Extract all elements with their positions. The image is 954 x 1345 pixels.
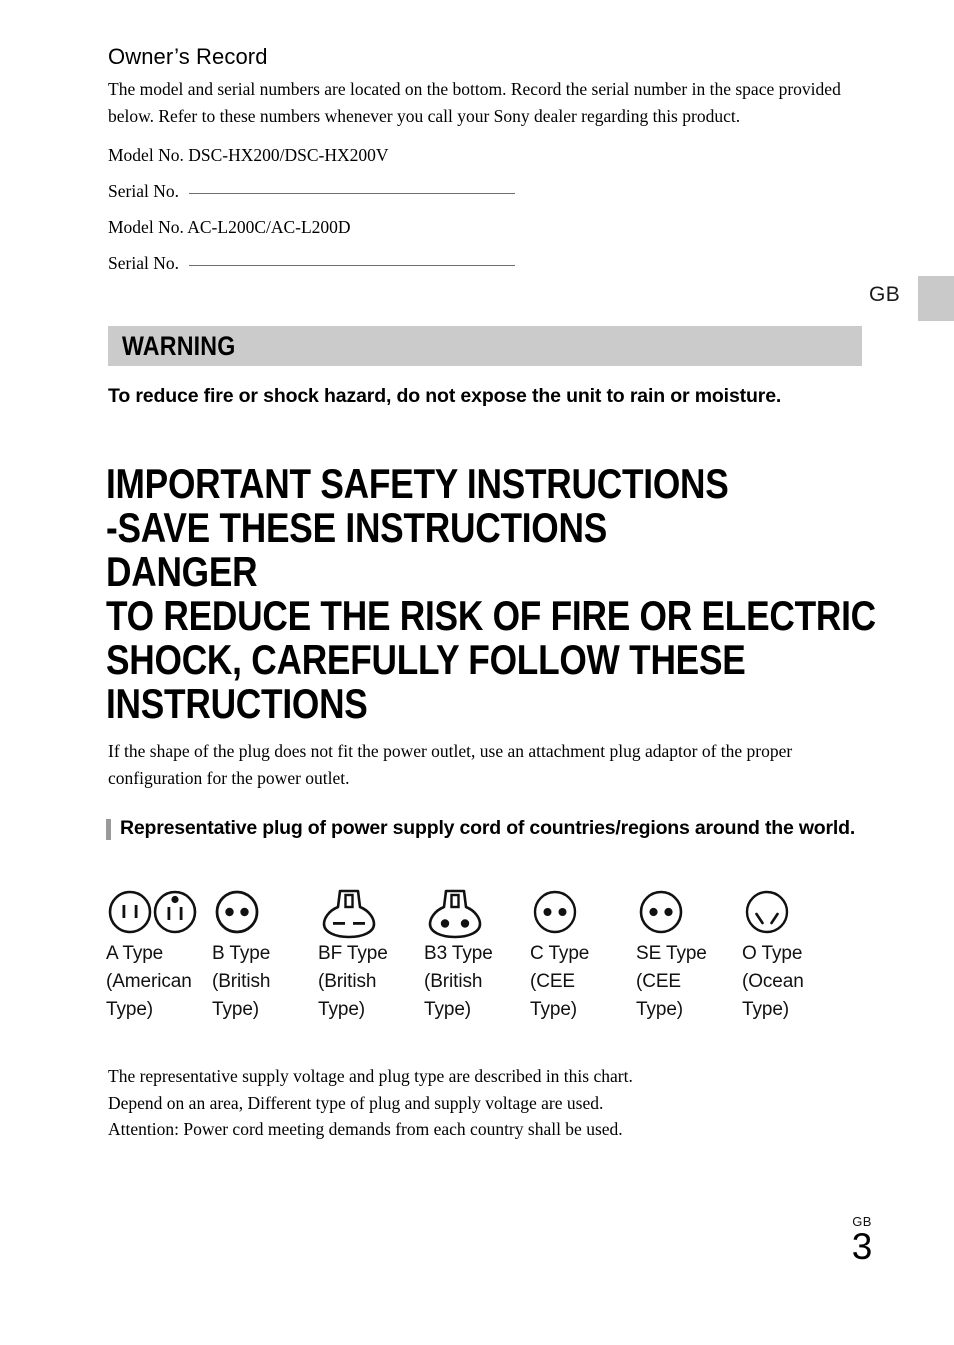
plug-type-label: SE Type (CEE Type) xyxy=(636,943,707,1020)
plug-b-type-icon xyxy=(212,884,318,940)
warning-band: WARNING xyxy=(108,326,862,366)
serial-number-line-2: Serial No. xyxy=(108,250,856,276)
owners-record-intro: The model and serial numbers are located… xyxy=(108,79,841,126)
serial-number-label-2: Serial No. xyxy=(108,253,179,274)
model-number-line-1: Model No. DSC-HX200/DSC-HX200V xyxy=(108,142,856,168)
headline-line: TO REDUCE THE RISK OF FIRE OR ELECTRIC xyxy=(106,592,876,639)
headline-line: DANGER xyxy=(106,548,258,595)
page-footer: GB 3 xyxy=(832,1215,892,1267)
plug-a-type-icon xyxy=(106,884,212,940)
plug-type-label: B Type (British Type) xyxy=(212,943,271,1020)
plug-type-item: A Type (American Type) xyxy=(106,884,212,1024)
plug-b3-type-icon xyxy=(424,884,530,940)
serial-number-blank-2 xyxy=(188,265,515,267)
plug-se-type-icon xyxy=(636,884,742,940)
bullet-bar-icon xyxy=(106,819,111,840)
plug-type-item: B3 Type (British Type) xyxy=(424,884,530,1024)
serial-number-blank-1 xyxy=(188,192,515,194)
model-number-label-2: Model No. AC-L200C/AC-L200D xyxy=(108,217,351,238)
closing-line: The representative supply voltage and pl… xyxy=(108,1066,633,1086)
warning-band-label: WARNING xyxy=(122,330,236,361)
plug-type-item: BF Type (British Type) xyxy=(318,884,424,1024)
plug-intro-paragraph: If the shape of the plug does not fit th… xyxy=(108,741,793,788)
safety-headline: IMPORTANT SAFETY INSTRUCTIONS -SAVE THES… xyxy=(106,462,896,726)
edge-index-tab xyxy=(918,276,954,321)
plug-type-item: B Type (British Type) xyxy=(212,884,318,1024)
plug-type-item: SE Type (CEE Type) xyxy=(636,884,742,1024)
plug-section-heading-text: Representative plug of power supply cord… xyxy=(120,817,856,839)
plug-type-item: O Type (Ocean Type) xyxy=(742,884,848,1024)
owners-record-section: Owner’s Record The model and serial numb… xyxy=(108,44,856,287)
language-marker: GB xyxy=(869,283,901,306)
page-title: Owner’s Record xyxy=(108,44,268,69)
document-page: Owner’s Record The model and serial numb… xyxy=(0,0,954,1345)
closing-line: Attention: Power cord meeting demands fr… xyxy=(108,1119,623,1140)
headline-line: INSTRUCTIONS xyxy=(106,680,368,727)
plug-type-label: BF Type (British Type) xyxy=(318,943,388,1020)
headline-line: SHOCK, CAREFULLY FOLLOW THESE xyxy=(106,636,746,683)
serial-number-label-1: Serial No. xyxy=(108,180,179,201)
plug-type-list: A Type (American Type) B Type (British T… xyxy=(106,884,886,1024)
plug-c-type-icon xyxy=(530,884,636,940)
plug-type-label: B3 Type (British Type) xyxy=(424,943,493,1020)
plug-type-label: O Type (Ocean Type) xyxy=(742,943,804,1020)
closing-line: Depend on an area, Different type of plu… xyxy=(108,1092,604,1113)
plug-type-label: C Type (CEE Type) xyxy=(530,943,590,1020)
headline-line: -SAVE THESE INSTRUCTIONS xyxy=(106,504,607,551)
plug-o-type-icon xyxy=(742,884,848,940)
warning-subtext: To reduce fire or shock hazard, do not e… xyxy=(108,385,782,407)
plug-type-label: A Type (American Type) xyxy=(106,943,192,1020)
plug-bf-type-icon xyxy=(318,884,424,940)
model-number-label-1: Model No. DSC-HX200/DSC-HX200V xyxy=(108,144,389,165)
headline-line: IMPORTANT SAFETY INSTRUCTIONS xyxy=(106,460,729,507)
serial-number-line-1: Serial No. xyxy=(108,178,856,204)
page-number: 3 xyxy=(851,1226,873,1267)
model-number-line-2: Model No. AC-L200C/AC-L200D xyxy=(108,214,856,240)
plug-section-heading: Representative plug of power supply cord… xyxy=(106,815,866,843)
closing-notes: The representative supply voltage and pl… xyxy=(108,1063,868,1143)
plug-type-item: C Type (CEE Type) xyxy=(530,884,636,1024)
